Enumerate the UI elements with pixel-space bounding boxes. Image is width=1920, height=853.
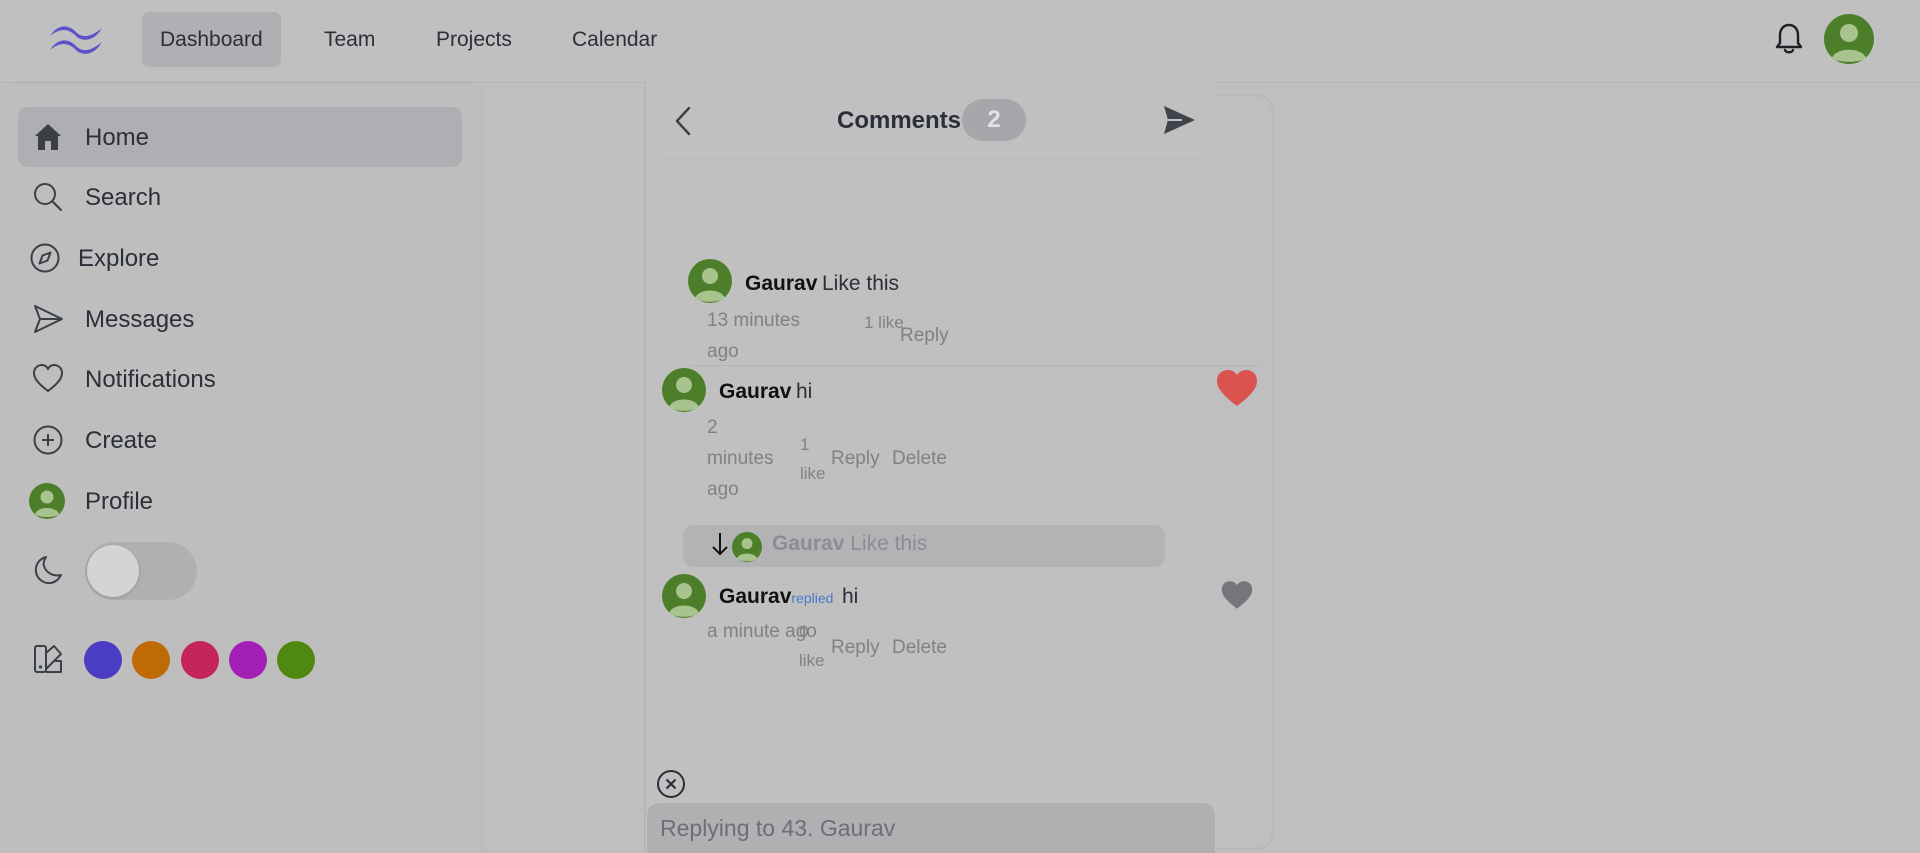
dark-mode-toggle[interactable] <box>85 542 197 600</box>
close-icon[interactable] <box>656 769 686 799</box>
search-icon <box>34 183 63 212</box>
replied-label: replied <box>791 590 834 606</box>
heart-icon <box>33 364 63 392</box>
heart-icon[interactable] <box>1216 369 1258 407</box>
avatar[interactable] <box>662 368 706 412</box>
send-icon <box>34 305 63 333</box>
arrow-down-icon <box>712 533 728 556</box>
theme-swatch-green[interactable] <box>277 641 315 679</box>
home-icon <box>35 124 61 150</box>
heart-icon[interactable] <box>1221 580 1253 610</box>
delete-button[interactable]: Delete <box>892 637 947 659</box>
user-avatar[interactable] <box>1824 14 1874 64</box>
reply-preview-text: Gaurav Like this <box>772 532 927 556</box>
sidebar-item-label: Search <box>85 184 162 211</box>
tab-dashboard[interactable]: Dashboard <box>142 12 281 67</box>
tab-team[interactable]: Team <box>306 12 393 67</box>
compass-icon <box>30 243 60 273</box>
bell-icon[interactable] <box>1774 22 1804 56</box>
top-navbar: Dashboard Team Projects Calendar <box>0 0 1920 83</box>
toggle-knob <box>87 545 139 597</box>
theme-swatch-orange[interactable] <box>132 641 170 679</box>
comment-count-badge: 2 <box>962 99 1026 141</box>
comment-author-name: Gaurav <box>719 585 792 608</box>
theme-swatch-indigo[interactable] <box>84 641 122 679</box>
avatar[interactable] <box>662 574 706 618</box>
comment-text: hi <box>842 585 859 608</box>
tab-projects[interactable]: Projects <box>418 12 530 67</box>
comment-author[interactable]: Gauravreplied <box>719 585 833 609</box>
avatar <box>732 532 762 562</box>
avatar[interactable] <box>688 259 732 303</box>
sidebar-item-label: Create <box>85 427 158 454</box>
reply-button[interactable]: Reply <box>831 448 880 470</box>
theme-swatch-pink[interactable] <box>181 641 219 679</box>
sidebar-item-label: Profile <box>85 488 154 515</box>
palette-icon <box>34 645 62 673</box>
comments-title: Comments <box>837 107 962 134</box>
comment-text: hi <box>796 380 813 403</box>
reply-input[interactable] <box>647 803 1215 853</box>
plus-circle-icon <box>33 425 63 455</box>
sidebar: Home Search Explore Messages Notificatio… <box>0 84 480 853</box>
sidebar-item-messages[interactable]: Messages <box>18 289 462 349</box>
comment-likes[interactable]: 1 like <box>864 308 904 337</box>
comment-divider <box>690 365 1260 366</box>
sidebar-item-search[interactable]: Search <box>18 167 462 227</box>
reply-button[interactable]: Reply <box>831 637 880 659</box>
sidebar-item-notifications[interactable]: Notifications <box>18 349 462 409</box>
comment-time: 13 minutes ago <box>707 310 800 362</box>
sidebar-item-label: Explore <box>78 245 160 272</box>
reply-button[interactable]: Reply <box>900 325 949 347</box>
sidebar-item-create[interactable]: Create <box>18 410 462 470</box>
sidebar-item-home[interactable]: Home <box>18 107 462 167</box>
sidebar-item-profile[interactable]: Profile <box>18 471 462 531</box>
sidebar-item-label: Notifications <box>85 366 216 393</box>
sidebar-item-label: Messages <box>85 306 195 333</box>
back-icon[interactable] <box>672 104 694 138</box>
send-icon[interactable] <box>1162 103 1196 137</box>
moon-icon <box>34 556 62 585</box>
sidebar-item-explore[interactable]: Explore <box>18 228 462 288</box>
comment-author[interactable]: Gaurav <box>719 380 791 404</box>
comment-time: 2 minutes ago <box>707 417 774 500</box>
header-divider <box>660 158 1200 159</box>
reply-preview-body: Like this <box>850 532 928 555</box>
comment-author[interactable]: Gaurav <box>745 272 817 296</box>
delete-button[interactable]: Delete <box>892 448 947 470</box>
panel-frame <box>1216 94 1274 850</box>
comment-likes[interactable]: 0 like <box>799 617 833 675</box>
sidebar-item-label: Home <box>85 124 150 151</box>
comment-text: Like this <box>822 272 900 295</box>
theme-swatch-purple[interactable] <box>229 641 267 679</box>
comment-likes[interactable]: 1 like <box>800 430 832 488</box>
reply-preview[interactable]: Gaurav Like this <box>683 525 1165 567</box>
avatar <box>29 483 65 519</box>
reply-preview-author: Gaurav <box>772 532 845 555</box>
logo-icon[interactable] <box>48 22 104 58</box>
tab-calendar[interactable]: Calendar <box>554 12 675 67</box>
